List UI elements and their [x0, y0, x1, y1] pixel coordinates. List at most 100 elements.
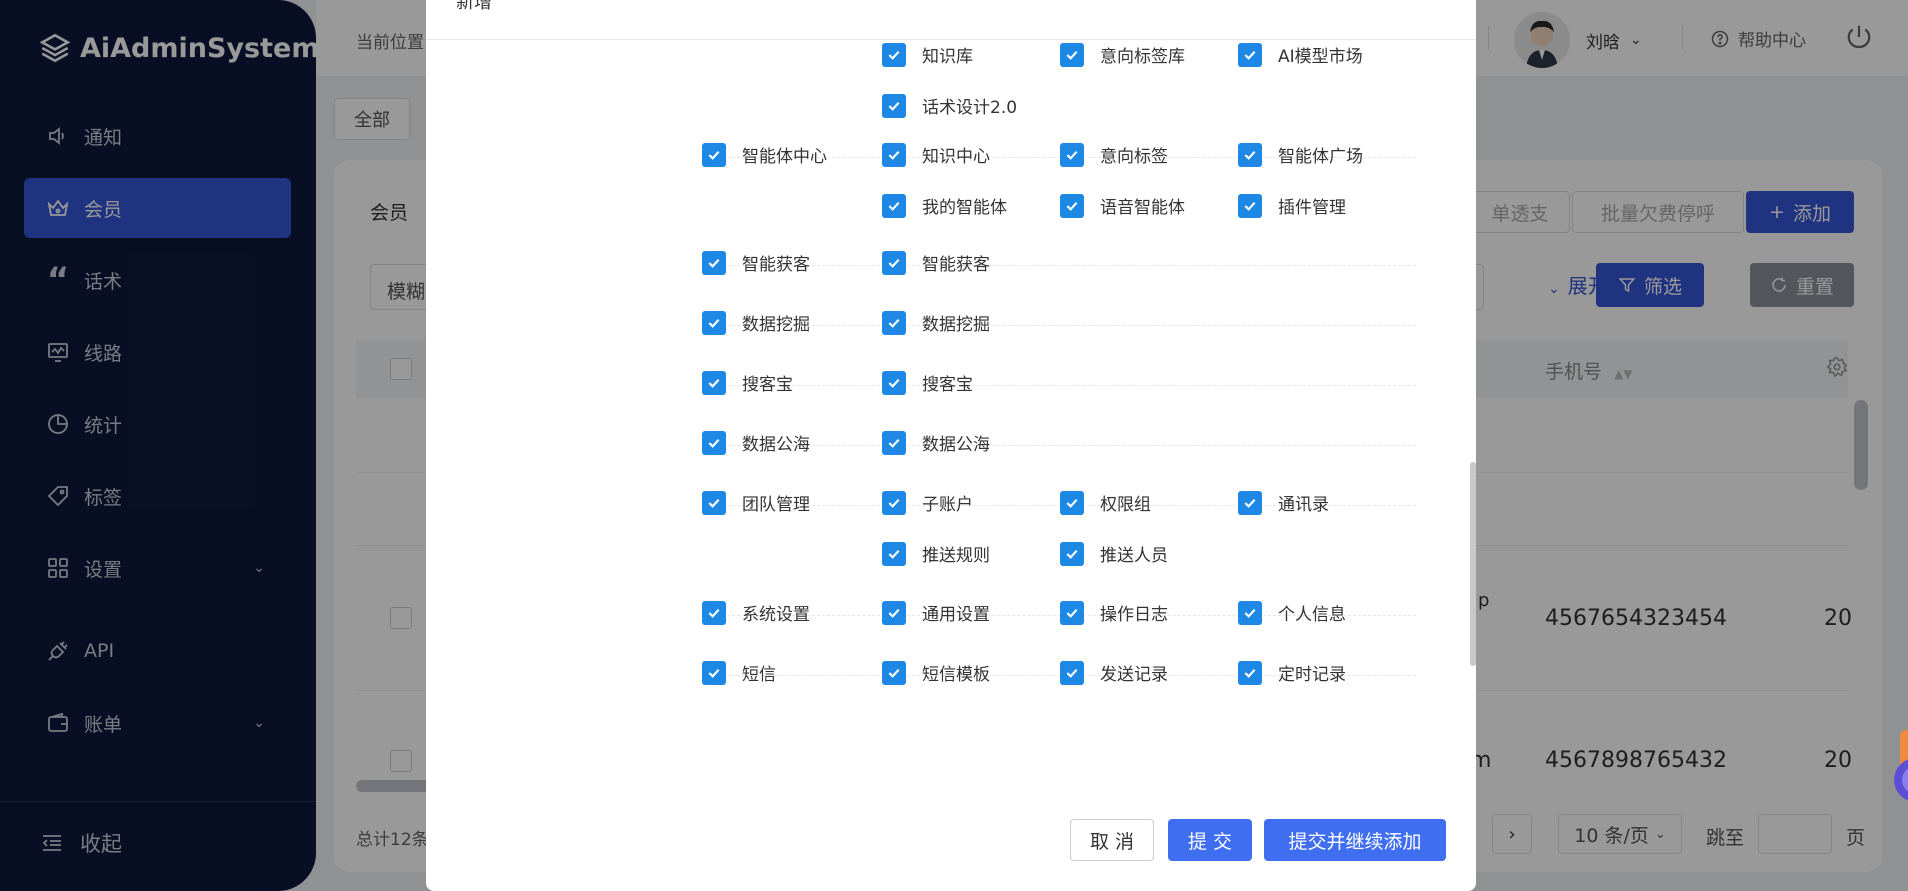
- checkbox-checked-icon: [882, 370, 906, 395]
- checkbox-label: 发送记录: [1100, 665, 1168, 685]
- submit-and-continue-button[interactable]: 提交并继续添加: [1264, 819, 1446, 861]
- permission-parent-checkbox[interactable]: 智能体中心: [702, 142, 827, 167]
- checkbox-label: 智能体中心: [742, 147, 827, 167]
- permission-child-checkbox[interactable]: 知识中心: [882, 142, 990, 167]
- checkbox-label: 权限组: [1100, 495, 1151, 515]
- permission-child-checkbox[interactable]: 通用设置: [882, 600, 990, 625]
- permission-tree: 知识库 意向标签库 AI模型市场话术设计2.0 智能体中心 知识中心 意向标签 智能体广场我…: [426, 40, 1476, 773]
- checkbox-checked-icon: [1238, 600, 1262, 625]
- checkbox-label: 数据挖掘: [742, 315, 810, 335]
- submit-button[interactable]: 提 交: [1168, 819, 1252, 861]
- checkbox-label: 意向标签库: [1100, 47, 1185, 67]
- permission-child-checkbox[interactable]: 数据公海: [882, 430, 990, 455]
- checkbox-checked-icon: [702, 600, 726, 625]
- checkbox-label: 推送规则: [922, 546, 990, 566]
- checkbox-checked-icon: [882, 193, 906, 218]
- checkbox-label: 智能获客: [922, 255, 990, 275]
- checkbox-checked-icon: [1060, 660, 1084, 685]
- checkbox-checked-icon: [882, 142, 906, 167]
- checkbox-label: 知识库: [922, 47, 973, 67]
- checkbox-label: 个人信息: [1278, 605, 1346, 625]
- permission-child-checkbox[interactable]: 话术设计2.0: [882, 93, 1017, 118]
- checkbox-checked-icon: [882, 93, 906, 118]
- checkbox-label: 推送人员: [1100, 546, 1168, 566]
- checkbox-label: 我的智能体: [922, 198, 1007, 218]
- checkbox-checked-icon: [882, 310, 906, 335]
- checkbox-label: 系统设置: [742, 605, 810, 625]
- permission-parent-checkbox[interactable]: 数据公海: [702, 430, 810, 455]
- checkbox-checked-icon: [1060, 142, 1084, 167]
- permission-group: [702, 326, 1416, 386]
- permission-child-checkbox[interactable]: 子账户: [882, 490, 973, 515]
- permission-parent-checkbox[interactable]: 数据挖掘: [702, 310, 810, 335]
- permission-child-checkbox[interactable]: 意向标签: [1060, 142, 1168, 167]
- permission-child-checkbox[interactable]: 知识库: [882, 42, 973, 67]
- permission-parent-checkbox[interactable]: 短信: [702, 660, 776, 685]
- permission-parent-checkbox[interactable]: 系统设置: [702, 600, 810, 625]
- checkbox-checked-icon: [702, 142, 726, 167]
- permission-group: [702, 676, 1416, 773]
- permission-child-checkbox[interactable]: 推送规则: [882, 541, 990, 566]
- checkbox-label: 意向标签: [1100, 147, 1168, 167]
- permission-child-checkbox[interactable]: 权限组: [1060, 490, 1151, 515]
- checkbox-label: 子账户: [922, 495, 973, 515]
- floating-assistant-widget[interactable]: [1876, 730, 1908, 820]
- permission-child-checkbox[interactable]: 意向标签库: [1060, 42, 1185, 67]
- checkbox-checked-icon: [1060, 42, 1084, 67]
- checkbox-label: 定时记录: [1278, 665, 1346, 685]
- checkbox-checked-icon: [702, 250, 726, 275]
- checkbox-checked-icon: [882, 250, 906, 275]
- permission-child-checkbox[interactable]: 推送人员: [1060, 541, 1168, 566]
- checkbox-checked-icon: [1238, 42, 1262, 67]
- cancel-button[interactable]: 取 消: [1070, 819, 1154, 861]
- permission-child-checkbox[interactable]: 语音智能体: [1060, 193, 1185, 218]
- checkbox-label: 团队管理: [742, 495, 810, 515]
- assistant-icon: [1894, 730, 1908, 801]
- checkbox-label: 智能获客: [742, 255, 810, 275]
- checkbox-label: 搜客宝: [742, 375, 793, 395]
- checkbox-label: 语音智能体: [1100, 198, 1185, 218]
- checkbox-label: 数据公海: [922, 435, 990, 455]
- checkbox-label: 短信模板: [922, 665, 990, 685]
- permission-child-checkbox[interactable]: 通讯录: [1238, 490, 1329, 515]
- checkbox-checked-icon: [702, 490, 726, 515]
- permission-child-checkbox[interactable]: 个人信息: [1238, 600, 1346, 625]
- permission-child-checkbox[interactable]: 定时记录: [1238, 660, 1346, 685]
- checkbox-label: 搜客宝: [922, 375, 973, 395]
- permission-child-checkbox[interactable]: AI模型市场: [1238, 42, 1363, 67]
- checkbox-label: AI模型市场: [1278, 47, 1363, 67]
- permission-child-checkbox[interactable]: 操作日志: [1060, 600, 1168, 625]
- checkbox-checked-icon: [1060, 490, 1084, 515]
- permission-child-checkbox[interactable]: 我的智能体: [882, 193, 1007, 218]
- permission-parent-checkbox[interactable]: 智能获客: [702, 250, 810, 275]
- checkbox-checked-icon: [702, 660, 726, 685]
- checkbox-label: 数据挖掘: [922, 315, 990, 335]
- checkbox-checked-icon: [702, 430, 726, 455]
- modal-scrollbar[interactable]: [1470, 462, 1476, 666]
- permission-child-checkbox[interactable]: 数据挖掘: [882, 310, 990, 335]
- checkbox-checked-icon: [1060, 600, 1084, 625]
- checkbox-label: 数据公海: [742, 435, 810, 455]
- checkbox-label: 短信: [742, 665, 776, 685]
- permission-child-checkbox[interactable]: 发送记录: [1060, 660, 1168, 685]
- permission-child-checkbox[interactable]: 智能获客: [882, 250, 990, 275]
- checkbox-checked-icon: [702, 370, 726, 395]
- permission-parent-checkbox[interactable]: 搜客宝: [702, 370, 793, 395]
- permission-parent-checkbox[interactable]: 团队管理: [702, 490, 810, 515]
- add-member-modal: 新增 知识库 意向标签库 AI模型市场话术设计2.0 智能体中心 知识中心 意向标签 智能体…: [426, 0, 1476, 891]
- checkbox-label: 话术设计2.0: [922, 98, 1018, 118]
- modal-title: 新增: [456, 0, 492, 13]
- checkbox-checked-icon: [882, 541, 906, 566]
- checkbox-checked-icon: [882, 660, 906, 685]
- checkbox-checked-icon: [1238, 142, 1262, 167]
- checkbox-checked-icon: [1238, 490, 1262, 515]
- checkbox-label: 通讯录: [1278, 495, 1329, 515]
- permission-child-checkbox[interactable]: 插件管理: [1238, 193, 1346, 218]
- permission-child-checkbox[interactable]: 短信模板: [882, 660, 990, 685]
- checkbox-checked-icon: [1238, 660, 1262, 685]
- checkbox-label: 智能体广场: [1278, 147, 1363, 167]
- permission-child-checkbox[interactable]: 搜客宝: [882, 370, 973, 395]
- checkbox-label: 操作日志: [1100, 605, 1168, 625]
- checkbox-checked-icon: [1238, 193, 1262, 218]
- permission-child-checkbox[interactable]: 智能体广场: [1238, 142, 1363, 167]
